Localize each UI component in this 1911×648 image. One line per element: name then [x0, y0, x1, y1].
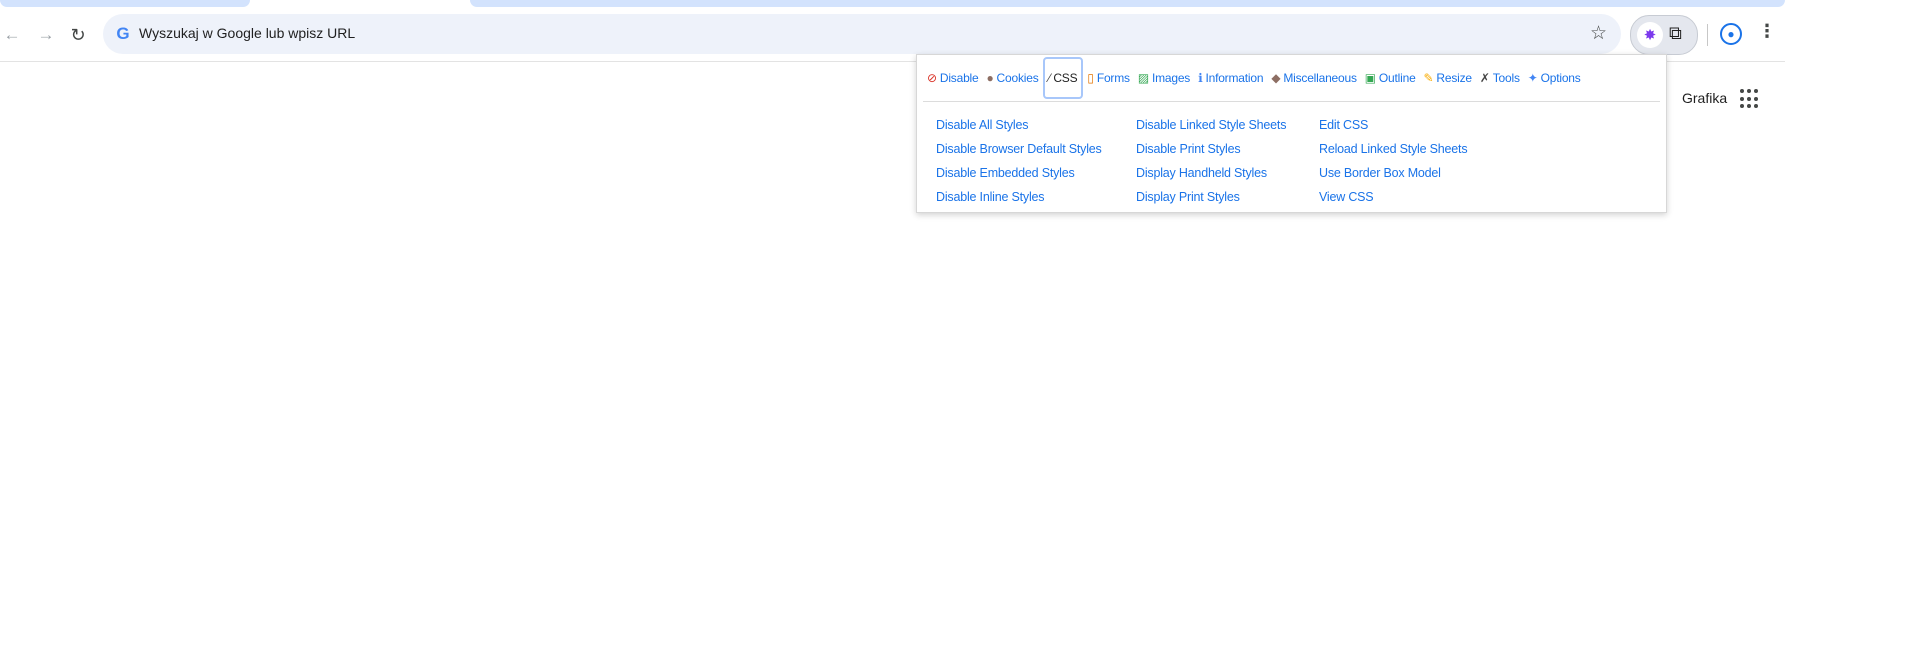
- disable-all-styles-link[interactable]: Disable All Styles: [936, 113, 1102, 137]
- css-menu: Disable All Styles Disable Browser Defau…: [936, 113, 1666, 204]
- arrow-forward-icon[interactable]: →: [34, 23, 58, 47]
- kebab-menu-icon[interactable]: ⋮: [1758, 21, 1776, 42]
- toolbar-divider: [1707, 24, 1708, 46]
- forms-icon: ▯: [1087, 71, 1094, 85]
- css-menu-column: Disable All Styles Disable Browser Defau…: [936, 113, 1102, 209]
- arrow-back-icon[interactable]: ←: [0, 23, 24, 47]
- outline-icon: ▣: [1364, 71, 1376, 85]
- tab-miscellaneous[interactable]: ◆ Miscellaneous: [1267, 65, 1360, 91]
- tab-label: CSS: [1053, 71, 1078, 85]
- disable-print-styles-link[interactable]: Disable Print Styles: [1136, 137, 1286, 161]
- tab-strip: [0, 0, 1785, 9]
- web-developer-extension-icon[interactable]: ✸: [1637, 22, 1663, 48]
- cookie-icon: ●: [986, 71, 994, 85]
- tab-images[interactable]: ▨ Images: [1134, 65, 1194, 91]
- tab-label: Cookies: [996, 71, 1039, 85]
- tab-forms[interactable]: ▯ Forms: [1083, 65, 1133, 91]
- tab-information[interactable]: ℹ Information: [1194, 65, 1267, 91]
- tab-label: Information: [1205, 71, 1264, 85]
- tab-label: Forms: [1096, 71, 1130, 85]
- tab-options[interactable]: ✦ Options: [1524, 65, 1585, 91]
- sparkle-icon: ✦: [1527, 71, 1538, 85]
- browser-tab[interactable]: [470, 0, 1785, 7]
- puzzle-icon[interactable]: ⧉: [1669, 23, 1682, 44]
- tab-disable[interactable]: ⊘ Disable: [923, 65, 982, 91]
- ruler-icon: ✎: [1423, 71, 1434, 85]
- information-icon: ℹ: [1198, 71, 1203, 85]
- star-icon[interactable]: ☆: [1590, 22, 1607, 45]
- tab-label: Options: [1540, 71, 1581, 85]
- disable-browser-default-styles-link[interactable]: Disable Browser Default Styles: [936, 137, 1102, 161]
- reload-icon[interactable]: ↻: [66, 23, 90, 47]
- images-icon: ▨: [1137, 71, 1149, 85]
- address-bar-placeholder[interactable]: Wyszukaj w Google lub wpisz URL: [139, 25, 355, 41]
- edit-css-link[interactable]: Edit CSS: [1319, 113, 1467, 137]
- google-apps-icon[interactable]: [1740, 89, 1760, 109]
- address-bar[interactable]: G Wyszukaj w Google lub wpisz URL ☆: [103, 14, 1621, 54]
- display-print-styles-link[interactable]: Display Print Styles: [1136, 185, 1286, 209]
- tab-tools[interactable]: ✗ Tools: [1476, 65, 1524, 91]
- web-developer-popup: ⊘ Disable ● Cookies ⁄ CSS ▯ Forms ▨ Imag…: [916, 54, 1667, 213]
- css-wand-icon: ⁄: [1048, 71, 1051, 85]
- box-icon: ◆: [1271, 71, 1281, 85]
- tab-cookies[interactable]: ● Cookies: [982, 65, 1042, 91]
- profile-icon[interactable]: ●: [1720, 23, 1742, 45]
- google-g-icon: G: [116, 24, 130, 43]
- browser-tab[interactable]: [0, 0, 250, 7]
- disable-icon: ⊘: [927, 71, 937, 85]
- tab-label: Disable: [939, 71, 979, 85]
- disable-inline-styles-link[interactable]: Disable Inline Styles: [936, 185, 1102, 209]
- tab-resize[interactable]: ✎ Resize: [1420, 65, 1476, 91]
- extension-group: ✸ ⧉: [1630, 15, 1698, 55]
- disable-embedded-styles-link[interactable]: Disable Embedded Styles: [936, 161, 1102, 185]
- images-link[interactable]: Grafika: [1682, 90, 1727, 106]
- tab-label: Resize: [1436, 71, 1472, 85]
- web-developer-tabs: ⊘ Disable ● Cookies ⁄ CSS ▯ Forms ▨ Imag…: [923, 55, 1660, 102]
- tab-css[interactable]: ⁄ CSS: [1042, 57, 1084, 99]
- view-css-link[interactable]: View CSS: [1319, 185, 1467, 209]
- tab-label: Outline: [1378, 71, 1416, 85]
- css-menu-column: Disable Linked Style Sheets Disable Prin…: [1136, 113, 1286, 209]
- tab-outline[interactable]: ▣ Outline: [1361, 65, 1420, 91]
- display-handheld-styles-link[interactable]: Display Handheld Styles: [1136, 161, 1286, 185]
- use-border-box-model-link[interactable]: Use Border Box Model: [1319, 161, 1467, 185]
- tab-label: Tools: [1492, 71, 1520, 85]
- window-edge: [1785, 0, 1911, 648]
- reload-linked-style-sheets-link[interactable]: Reload Linked Style Sheets: [1319, 137, 1468, 161]
- tab-label: Images: [1151, 71, 1191, 85]
- disable-linked-style-sheets-link[interactable]: Disable Linked Style Sheets: [1136, 113, 1286, 137]
- wrench-icon: ✗: [1479, 71, 1490, 85]
- css-menu-column: Edit CSS Reload Linked Style Sheets Use …: [1319, 113, 1468, 209]
- tab-label: Miscellaneous: [1283, 71, 1357, 85]
